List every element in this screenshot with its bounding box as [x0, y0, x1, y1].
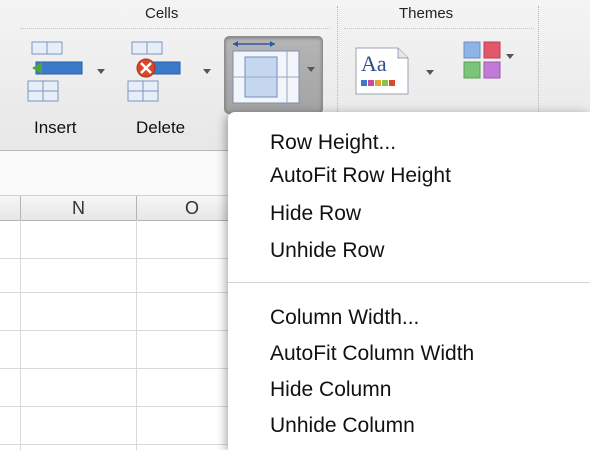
chevron-down-icon — [203, 69, 211, 74]
chevron-down-icon — [426, 70, 434, 75]
format-dropdown-menu: Row Height... AutoFit Row Height Hide Ro… — [228, 112, 590, 450]
themes-sample-text: Aa — [361, 51, 387, 76]
theme-colors-button[interactable] — [462, 40, 530, 84]
menu-separator — [228, 282, 590, 283]
insert-button[interactable]: Insert — [24, 40, 114, 140]
chevron-down-icon — [97, 69, 105, 74]
column-header-partial[interactable] — [0, 196, 21, 221]
delete-cells-icon — [127, 41, 181, 102]
menu-item-column-width[interactable]: Column Width... — [270, 306, 419, 330]
menu-item-unhide-column[interactable]: Unhide Column — [270, 414, 415, 438]
cells-group-title: Cells — [145, 5, 179, 22]
delete-label: Delete — [136, 118, 186, 137]
menu-item-hide-column[interactable]: Hide Column — [270, 378, 391, 402]
column-header-n[interactable]: N — [21, 196, 137, 221]
chevron-down-icon — [307, 67, 315, 72]
insert-cells-icon — [27, 41, 83, 102]
themes-button[interactable]: Aa — [352, 44, 442, 104]
format-cells-icon — [232, 41, 300, 104]
themes-group-title: Themes — [399, 5, 454, 22]
cells-group-underline — [20, 28, 330, 29]
delete-button[interactable]: Delete — [124, 40, 216, 140]
chevron-down-icon — [506, 54, 514, 59]
menu-item-autofit-row-height[interactable]: AutoFit Row Height — [270, 164, 451, 188]
menu-item-autofit-column-width[interactable]: AutoFit Column Width — [270, 342, 474, 366]
column-gridline — [20, 220, 21, 450]
menu-item-row-height[interactable]: Row Height... — [270, 131, 396, 155]
themes-group-underline — [344, 28, 534, 29]
format-button[interactable] — [224, 36, 323, 114]
column-gridline — [136, 220, 137, 450]
insert-label: Insert — [34, 118, 77, 137]
menu-item-hide-row[interactable]: Hide Row — [270, 202, 361, 226]
menu-item-unhide-row[interactable]: Unhide Row — [270, 239, 384, 263]
theme-colors-icon — [463, 41, 501, 79]
